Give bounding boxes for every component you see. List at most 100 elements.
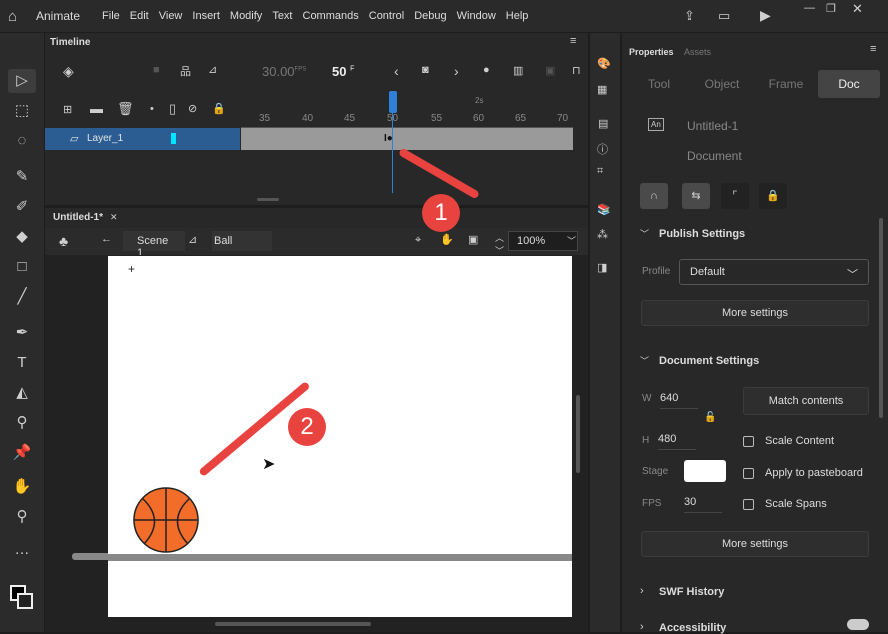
eraser-tool-icon[interactable]: ◆: [8, 225, 36, 249]
accessibility-header[interactable]: Accessibility: [659, 622, 726, 634]
back-arrow-icon[interactable]: ←: [101, 233, 112, 245]
more-tools-icon[interactable]: …: [8, 538, 36, 562]
loop-icon[interactable]: ⊓: [572, 64, 581, 77]
clip-icon[interactable]: ▣: [468, 233, 478, 246]
eyedropper-tool-icon[interactable]: ⚲: [8, 411, 36, 435]
doc-more-settings-button[interactable]: More settings: [641, 531, 869, 557]
symbol-breadcrumb[interactable]: Ball: [212, 231, 272, 251]
paint-brush-tool-icon[interactable]: ✎: [8, 165, 36, 189]
publish-more-settings-button[interactable]: More settings: [641, 300, 869, 326]
restore-icon[interactable]: ❐: [826, 2, 836, 15]
chevron-right-icon[interactable]: ›: [640, 585, 644, 597]
profile-dropdown[interactable]: Default ﹀: [679, 259, 869, 285]
selection-tool-icon[interactable]: ▷: [8, 69, 36, 93]
color-palette-icon[interactable]: 🎨: [597, 57, 611, 70]
basketball[interactable]: [132, 486, 202, 556]
menu-commands[interactable]: Commands: [303, 10, 359, 22]
outline-icon[interactable]: ▯: [169, 101, 176, 117]
zoom-stepper[interactable]: ︿ ﹀: [495, 231, 504, 257]
insert-keyframe-icon[interactable]: ◙: [422, 64, 429, 76]
layer-name[interactable]: Layer_1: [87, 133, 123, 144]
close-tab-icon[interactable]: ✕: [110, 212, 118, 223]
menu-debug[interactable]: Debug: [414, 10, 446, 22]
graph-icon[interactable]: ⊿: [208, 63, 217, 76]
lasso-tool-icon[interactable]: ◌: [8, 129, 36, 153]
home-icon[interactable]: ⌂: [8, 8, 17, 25]
highlight-icon[interactable]: •: [150, 103, 154, 115]
minimize-icon[interactable]: —: [804, 2, 815, 14]
line-tool-icon[interactable]: ╱: [8, 285, 36, 309]
pin-tool-icon[interactable]: 📌: [8, 441, 36, 465]
layers-icon[interactable]: ◈: [63, 63, 74, 80]
free-transform-tool-icon[interactable]: ⬚: [8, 99, 36, 123]
new-folder-icon[interactable]: ▬: [90, 101, 103, 116]
fps-input[interactable]: 30: [684, 496, 722, 513]
document-settings-header[interactable]: Document Settings: [659, 355, 759, 367]
layer-color-swatch[interactable]: [171, 133, 176, 144]
link-dimensions-icon[interactable]: 🔓: [704, 412, 716, 423]
stage-canvas[interactable]: + ➤: [108, 256, 572, 617]
brush-tool-icon[interactable]: ✐: [8, 195, 36, 219]
library-icon[interactable]: 📚: [597, 203, 611, 216]
assets-tab[interactable]: Assets: [684, 47, 711, 57]
pen-tool-icon[interactable]: ✒: [8, 321, 36, 345]
tween-icon[interactable]: ▣: [545, 64, 555, 77]
layout-icon[interactable]: ▭: [718, 8, 730, 24]
align-icon[interactable]: ▤: [598, 117, 608, 130]
snap-icon[interactable]: ∩: [640, 183, 668, 209]
hand-rotate-icon[interactable]: ✋: [440, 233, 454, 246]
lock-layers-icon[interactable]: 🔒: [212, 102, 226, 115]
new-layer-icon[interactable]: ⊞: [63, 103, 72, 116]
chevron-down-icon[interactable]: ﹀: [640, 227, 649, 240]
document-tab[interactable]: Untitled-1*: [53, 212, 103, 223]
match-contents-button[interactable]: Match contents: [743, 387, 869, 415]
hand-tool-icon[interactable]: ✋: [8, 475, 36, 499]
camera-icon[interactable]: ■: [153, 64, 160, 76]
horizontal-scrollbar[interactable]: [215, 622, 371, 626]
segment-tool[interactable]: Tool: [632, 70, 686, 98]
frame-ruler[interactable]: 35 40 45 50 55 60 65 70 2s: [241, 93, 573, 128]
play-icon[interactable]: ▶: [760, 7, 771, 24]
zoom-tool-icon[interactable]: ⚲: [8, 505, 36, 529]
accessibility-toggle[interactable]: [847, 619, 869, 630]
scale-spans-checkbox[interactable]: [743, 499, 754, 510]
playhead-handle[interactable]: [389, 91, 397, 113]
stage-color-swatch[interactable]: [684, 460, 726, 482]
width-input[interactable]: 640: [660, 392, 698, 409]
menu-help[interactable]: Help: [506, 10, 529, 22]
timeline-tab[interactable]: Timeline: [50, 37, 90, 48]
scale-content-checkbox[interactable]: [743, 436, 754, 447]
share-icon[interactable]: ⇪: [684, 8, 695, 24]
menu-window[interactable]: Window: [457, 10, 496, 22]
properties-tab[interactable]: Properties: [629, 47, 674, 57]
club-icon[interactable]: ♣: [59, 233, 68, 249]
panel-scrollbar[interactable]: [879, 218, 883, 418]
swatches-icon[interactable]: ▦: [597, 83, 607, 96]
publish-settings-header[interactable]: Publish Settings: [659, 228, 745, 240]
onion-skin-icon[interactable]: ●: [483, 64, 490, 76]
close-icon[interactable]: ✕: [852, 1, 863, 17]
edit-multiple-frames-icon[interactable]: ▥: [513, 64, 523, 77]
parenting-icon[interactable]: 品: [180, 63, 191, 79]
fill-color-swatch[interactable]: [17, 593, 33, 609]
timeline-scrollbar[interactable]: [257, 198, 279, 201]
prev-keyframe-icon[interactable]: ‹: [394, 63, 399, 79]
panel-menu-icon[interactable]: ≡: [870, 43, 876, 55]
hide-layers-icon[interactable]: ⊘: [188, 102, 197, 115]
text-tool-icon[interactable]: T: [8, 351, 36, 375]
apply-pasteboard-checkbox[interactable]: [743, 468, 754, 479]
segment-frame[interactable]: Frame: [758, 70, 814, 98]
menu-edit[interactable]: Edit: [130, 10, 149, 22]
chevron-down-icon[interactable]: ﹀: [640, 354, 649, 367]
menu-text[interactable]: Text: [272, 10, 292, 22]
menu-file[interactable]: File: [102, 10, 120, 22]
menu-control[interactable]: Control: [369, 10, 404, 22]
components-icon[interactable]: ◨: [597, 261, 607, 274]
rectangle-tool-icon[interactable]: □: [8, 255, 36, 279]
transform-icon[interactable]: ⌗: [597, 165, 603, 178]
layer-row[interactable]: ▱ Layer_1: [45, 128, 240, 150]
center-stage-icon[interactable]: ⌖: [415, 234, 421, 247]
height-input[interactable]: 480: [658, 433, 696, 450]
next-keyframe-icon[interactable]: ›: [454, 63, 459, 79]
panel-menu-icon[interactable]: ≡: [570, 35, 576, 47]
